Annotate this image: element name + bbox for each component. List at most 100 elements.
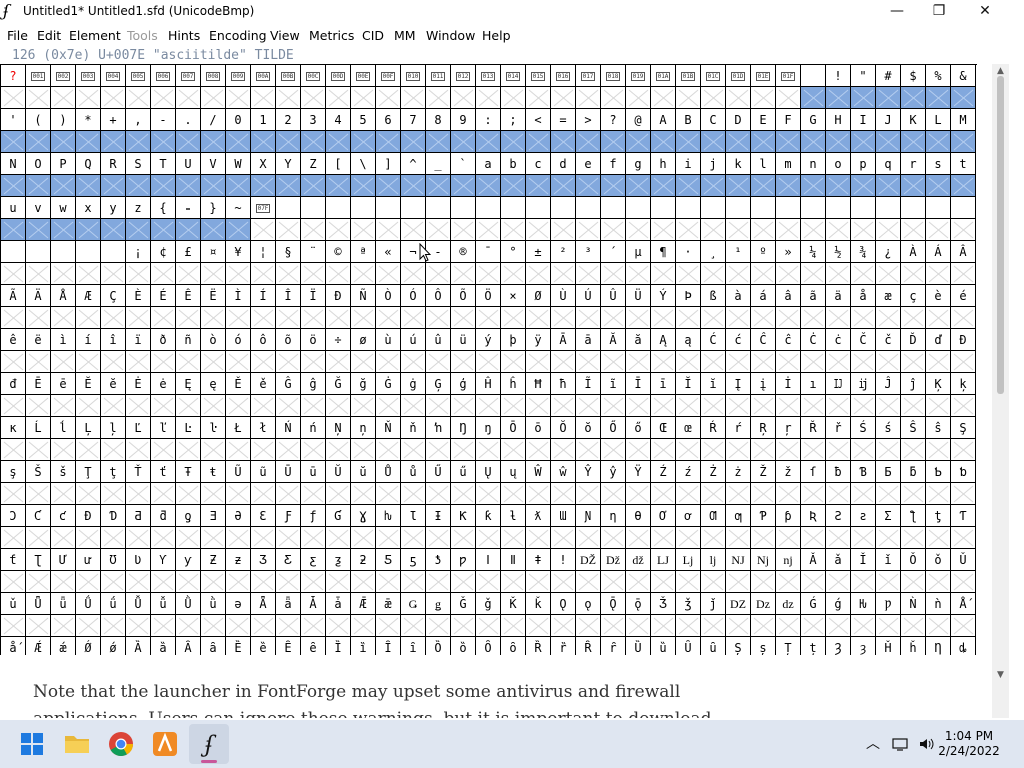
glyph-slot[interactable] <box>551 483 576 505</box>
glyph-slot-selected[interactable] <box>851 175 876 197</box>
glyph-slot[interactable] <box>726 219 751 241</box>
glyph-slot[interactable] <box>226 571 251 593</box>
glyph-slot-selected[interactable] <box>101 175 126 197</box>
glyph-slot[interactable] <box>501 87 526 109</box>
glyph-slot[interactable] <box>551 351 576 373</box>
glyph-slot[interactable] <box>601 615 626 637</box>
menu-view[interactable]: View <box>270 28 300 43</box>
glyph-slot[interactable] <box>951 527 976 549</box>
glyph-slot[interactable] <box>376 527 401 549</box>
glyph-slot-selected[interactable] <box>876 175 901 197</box>
glyph-slot[interactable] <box>726 615 751 637</box>
glyph-slot[interactable] <box>801 439 826 461</box>
glyph-slot[interactable] <box>226 351 251 373</box>
glyph-slot[interactable] <box>201 615 226 637</box>
glyph-slot[interactable] <box>176 439 201 461</box>
glyph-slot[interactable] <box>1 527 26 549</box>
glyph-slot[interactable] <box>776 219 801 241</box>
glyph-slot[interactable] <box>726 87 751 109</box>
glyph-slot[interactable] <box>76 263 101 285</box>
glyph-slot[interactable] <box>51 307 76 329</box>
glyph-slot-selected[interactable] <box>451 175 476 197</box>
glyph-slot-selected[interactable] <box>251 131 276 153</box>
glyph-slot[interactable] <box>376 87 401 109</box>
glyph-slot[interactable] <box>326 527 351 549</box>
menu-hints[interactable]: Hints <box>168 28 200 43</box>
glyph-slot[interactable] <box>876 483 901 505</box>
glyph-slot-selected[interactable] <box>901 87 926 109</box>
glyph-slot[interactable] <box>76 439 101 461</box>
glyph-slot[interactable] <box>126 263 151 285</box>
glyph-slot[interactable] <box>401 483 426 505</box>
glyph-slot[interactable] <box>801 615 826 637</box>
glyph-slot[interactable] <box>801 263 826 285</box>
glyph-slot[interactable] <box>101 615 126 637</box>
glyph-slot-selected[interactable] <box>501 131 526 153</box>
glyph-slot[interactable] <box>626 527 651 549</box>
glyph-slot[interactable] <box>601 263 626 285</box>
glyph-slot-selected[interactable] <box>776 175 801 197</box>
glyph-slot[interactable] <box>151 615 176 637</box>
glyph-slot[interactable] <box>476 307 501 329</box>
glyph-slot-selected[interactable] <box>401 175 426 197</box>
close-button[interactable]: ✕ <box>962 0 1008 24</box>
glyph-slot[interactable] <box>576 571 601 593</box>
glyph-slot[interactable] <box>101 263 126 285</box>
glyph-slot[interactable] <box>601 571 626 593</box>
menu-help[interactable]: Help <box>482 28 511 43</box>
glyph-slot[interactable] <box>926 483 951 505</box>
glyph-slot[interactable] <box>476 351 501 373</box>
glyph-slot[interactable] <box>626 483 651 505</box>
glyph-slot[interactable] <box>776 571 801 593</box>
glyph-slot[interactable] <box>801 395 826 417</box>
glyph-slot[interactable] <box>376 351 401 373</box>
glyph-slot[interactable] <box>126 307 151 329</box>
glyph-slot[interactable] <box>701 307 726 329</box>
vertical-scrollbar[interactable]: ▲ ▼ <box>992 64 1009 718</box>
glyph-slot[interactable] <box>401 219 426 241</box>
glyph-slot[interactable] <box>251 263 276 285</box>
glyph-slot[interactable] <box>826 351 851 373</box>
glyph-slot[interactable] <box>26 483 51 505</box>
glyph-slot[interactable] <box>526 219 551 241</box>
glyph-slot[interactable] <box>51 351 76 373</box>
glyph-slot[interactable] <box>426 219 451 241</box>
glyph-slot[interactable] <box>901 351 926 373</box>
glyph-slot[interactable] <box>401 351 426 373</box>
glyph-slot[interactable] <box>751 307 776 329</box>
glyph-slot[interactable] <box>576 483 601 505</box>
glyph-slot[interactable] <box>451 615 476 637</box>
glyph-slot[interactable] <box>476 571 501 593</box>
glyph-slot[interactable] <box>626 615 651 637</box>
glyph-slot-selected[interactable] <box>851 131 876 153</box>
glyph-slot-selected[interactable] <box>1 175 26 197</box>
glyph-slot[interactable] <box>551 219 576 241</box>
glyph-slot[interactable] <box>651 263 676 285</box>
glyph-slot[interactable] <box>126 527 151 549</box>
glyph-slot[interactable] <box>326 87 351 109</box>
glyph-slot-selected[interactable] <box>826 87 851 109</box>
chrome-button[interactable] <box>101 724 141 764</box>
glyph-slot-selected[interactable] <box>951 131 976 153</box>
glyph-slot[interactable] <box>601 87 626 109</box>
glyph-slot[interactable] <box>151 571 176 593</box>
glyph-slot[interactable] <box>26 527 51 549</box>
glyph-slot[interactable] <box>576 395 601 417</box>
glyph-slot[interactable] <box>851 571 876 593</box>
file-explorer-button[interactable] <box>57 724 97 764</box>
glyph-slot[interactable] <box>651 615 676 637</box>
glyph-slot-selected[interactable] <box>151 219 176 241</box>
glyph-slot-selected[interactable] <box>176 175 201 197</box>
glyph-slot-selected[interactable] <box>476 131 501 153</box>
glyph-slot[interactable] <box>326 615 351 637</box>
glyph-slot[interactable] <box>351 395 376 417</box>
glyph-slot[interactable] <box>376 615 401 637</box>
glyph-slot-selected[interactable] <box>826 175 851 197</box>
glyph-slot[interactable] <box>801 483 826 505</box>
glyph-slot-selected[interactable] <box>451 131 476 153</box>
glyph-slot[interactable] <box>76 483 101 505</box>
glyph-slot-selected[interactable] <box>901 131 926 153</box>
glyph-slot[interactable] <box>901 527 926 549</box>
glyph-slot[interactable] <box>576 439 601 461</box>
glyph-slot-selected[interactable] <box>101 219 126 241</box>
